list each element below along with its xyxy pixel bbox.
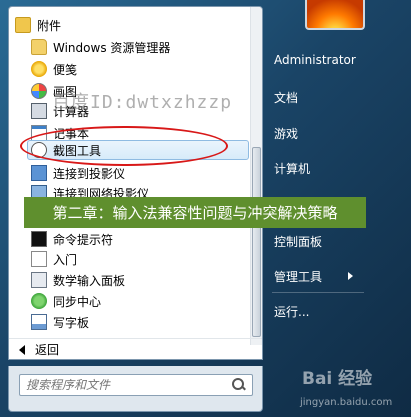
sticky-notes-icon bbox=[31, 61, 47, 77]
item-label: 命令提示符 bbox=[53, 232, 114, 247]
right-item-admin-tools[interactable]: 管理工具 bbox=[274, 265, 354, 287]
list-item-sticky-notes[interactable]: 便笺 bbox=[31, 59, 77, 79]
getting-started-icon bbox=[31, 251, 47, 267]
highlight-ellipse bbox=[20, 126, 228, 166]
item-label: 同步中心 bbox=[53, 294, 102, 309]
back-button[interactable]: 返回 bbox=[9, 338, 262, 359]
back-label: 返回 bbox=[35, 343, 60, 357]
scrollbar[interactable] bbox=[250, 7, 262, 345]
right-item-documents[interactable]: 文档 bbox=[274, 86, 298, 108]
right-item-label: 管理工具 bbox=[274, 269, 323, 284]
math-input-icon bbox=[31, 272, 47, 288]
item-label: 便笺 bbox=[53, 62, 78, 77]
list-item-connect-projector[interactable]: 连接到投影仪 bbox=[31, 163, 125, 183]
list-item-cmd[interactable]: 命令提示符 bbox=[31, 229, 113, 249]
item-label: 数学输入面板 bbox=[53, 273, 126, 288]
list-item-explorer[interactable]: Windows 资源管理器 bbox=[31, 37, 170, 57]
program-list: 附件 Windows 资源管理器 便笺 画图 计算器 记事本 截图工具 连接到投… bbox=[9, 7, 251, 345]
calculator-icon bbox=[31, 103, 47, 119]
list-item-wordpad[interactable]: 写字板 bbox=[31, 312, 89, 332]
search-input[interactable] bbox=[26, 378, 232, 392]
folder-icon bbox=[31, 39, 47, 55]
search-icon[interactable] bbox=[232, 378, 246, 392]
item-label: 入门 bbox=[53, 252, 78, 267]
wordpad-icon bbox=[31, 314, 47, 330]
chevron-right-icon bbox=[348, 272, 354, 280]
list-item-sync-center[interactable]: 同步中心 bbox=[31, 291, 101, 311]
start-menu: 附件 Windows 资源管理器 便笺 画图 计算器 记事本 截图工具 连接到投… bbox=[0, 0, 411, 417]
right-item-computer[interactable]: 计算机 bbox=[274, 157, 310, 179]
back-arrow-icon bbox=[19, 344, 25, 355]
folder-open-icon bbox=[15, 17, 31, 33]
right-item-label: 控制面板 bbox=[274, 234, 323, 249]
right-item-run[interactable]: 运行... bbox=[274, 300, 309, 322]
right-item-label: 计算机 bbox=[274, 161, 311, 176]
user-avatar[interactable] bbox=[305, 0, 365, 30]
item-label: Windows 资源管理器 bbox=[53, 40, 171, 55]
remote-desktop-icon bbox=[31, 165, 47, 181]
chapter-banner: 第二章：输入法兼容性问题与冲突解决策略 bbox=[24, 197, 366, 228]
right-item-administrator[interactable]: Administrator bbox=[274, 49, 356, 71]
right-item-games[interactable]: 游戏 bbox=[274, 122, 298, 144]
list-item-math-input[interactable]: 数学输入面板 bbox=[31, 270, 125, 290]
watermark-text: 百度ID:dwtxzhzzp bbox=[52, 92, 233, 113]
folder-label: 附件 bbox=[37, 18, 62, 33]
baidu-url: jingyan.baidu.com bbox=[300, 397, 393, 408]
right-item-label: 运行... bbox=[274, 304, 310, 319]
right-item-label: 游戏 bbox=[274, 126, 299, 141]
right-item-label: 文档 bbox=[274, 90, 299, 105]
cmd-icon bbox=[31, 231, 47, 247]
paint-icon bbox=[31, 83, 47, 99]
search-box[interactable] bbox=[19, 374, 253, 396]
right-item-label: Administrator bbox=[274, 53, 356, 67]
scroll-thumb[interactable] bbox=[252, 147, 261, 337]
search-area bbox=[8, 366, 263, 412]
programs-pane: 附件 Windows 资源管理器 便笺 画图 计算器 记事本 截图工具 连接到投… bbox=[8, 6, 263, 360]
baidu-logo: Bai 经验 bbox=[302, 369, 373, 389]
item-label: 写字板 bbox=[53, 315, 90, 330]
sync-center-icon bbox=[31, 293, 47, 309]
accessories-folder[interactable]: 附件 bbox=[15, 15, 61, 35]
right-item-control-panel[interactable]: 控制面板 bbox=[274, 230, 322, 252]
list-item-getting-started[interactable]: 入门 bbox=[31, 249, 77, 269]
separator bbox=[272, 292, 364, 293]
item-label: 连接到投影仪 bbox=[53, 166, 126, 181]
